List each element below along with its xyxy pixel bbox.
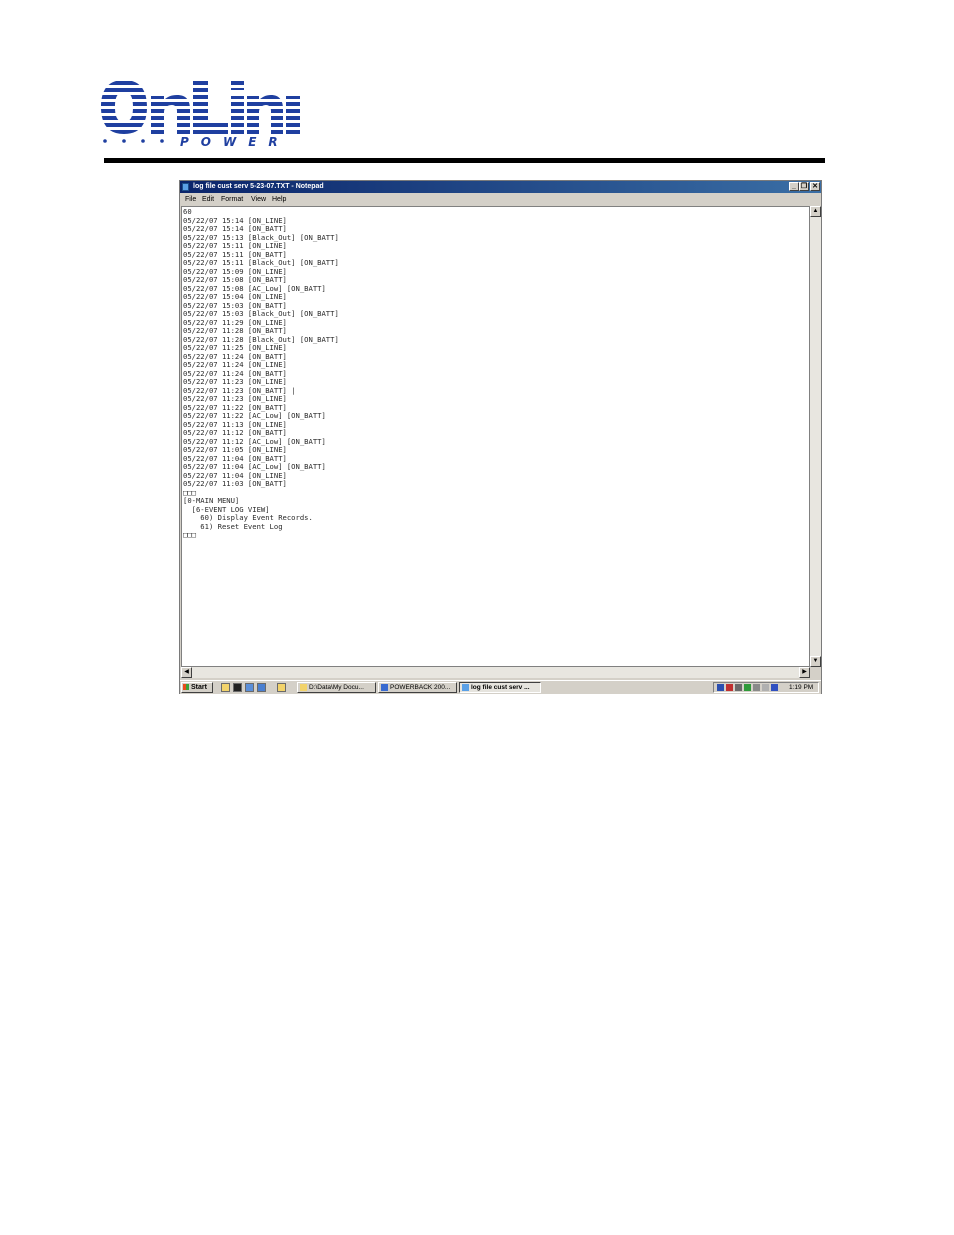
browser-icon[interactable] bbox=[245, 683, 254, 692]
menu-format[interactable]: Format bbox=[221, 194, 243, 205]
taskbar-button-powerback[interactable]: POWERBACK 200... bbox=[378, 682, 457, 693]
windows-logo-icon bbox=[183, 684, 189, 690]
clock[interactable]: 1:19 PM bbox=[789, 683, 813, 692]
scrollbar-corner bbox=[810, 667, 821, 678]
taskbar: Start D:\Data\My Docu... POWERBACK 200..… bbox=[180, 680, 821, 694]
command-prompt-icon[interactable] bbox=[233, 683, 242, 692]
antivirus-icon[interactable] bbox=[726, 684, 733, 691]
logo-power-text: POWER bbox=[180, 135, 290, 149]
vertical-scrollbar[interactable]: ▲ ▼ bbox=[810, 206, 821, 667]
volume-icon[interactable] bbox=[735, 684, 742, 691]
folder-icon bbox=[300, 684, 307, 691]
menu-edit[interactable]: Edit bbox=[202, 194, 214, 205]
taskbar-button-notepad[interactable]: log file cust serv ... bbox=[459, 682, 541, 693]
menu-view[interactable]: View bbox=[251, 194, 266, 205]
scroll-up-icon[interactable]: ▲ bbox=[810, 206, 821, 217]
network-icon[interactable] bbox=[717, 684, 724, 691]
minimize-button[interactable]: _ bbox=[789, 182, 799, 191]
update-icon[interactable] bbox=[744, 684, 751, 691]
menu-file[interactable]: File bbox=[185, 194, 196, 205]
folder-icon[interactable] bbox=[221, 683, 230, 692]
scroll-right-icon[interactable]: ▶ bbox=[799, 667, 810, 678]
notepad-icon bbox=[182, 183, 189, 191]
window-title: log file cust serv 5-23-07.TXT - Notepad bbox=[193, 183, 324, 190]
taskbar-button-folder[interactable]: D:\Data\My Docu... bbox=[297, 682, 376, 693]
task-label: POWERBACK 200... bbox=[390, 684, 451, 691]
close-button[interactable]: ✕ bbox=[810, 182, 820, 191]
start-label: Start bbox=[191, 684, 207, 691]
task-label: D:\Data\My Docu... bbox=[309, 684, 364, 691]
restore-button[interactable]: ❐ bbox=[799, 182, 809, 191]
text-editor[interactable]: 60 05/22/07 15:14 [ON_LINE] 05/22/07 15:… bbox=[181, 206, 810, 667]
header-rule bbox=[104, 158, 825, 163]
online-power-logo: POWER bbox=[101, 81, 300, 149]
usb-icon[interactable] bbox=[753, 684, 760, 691]
desktop-icon[interactable] bbox=[277, 683, 286, 692]
scroll-down-icon[interactable]: ▼ bbox=[810, 656, 821, 667]
shield-icon[interactable] bbox=[771, 684, 778, 691]
internet-explorer-icon[interactable] bbox=[257, 683, 266, 692]
menu-bar: File Edit Format View Help bbox=[180, 194, 821, 205]
sync-icon[interactable] bbox=[762, 684, 769, 691]
powerback-icon bbox=[381, 684, 388, 691]
notepad-icon bbox=[462, 684, 469, 691]
menu-help[interactable]: Help bbox=[272, 194, 286, 205]
task-label: log file cust serv ... bbox=[471, 684, 530, 691]
notepad-window: log file cust serv 5-23-07.TXT - Notepad… bbox=[179, 180, 822, 694]
event-log-text: 60 05/22/07 15:14 [ON_LINE] 05/22/07 15:… bbox=[183, 207, 339, 539]
title-bar[interactable]: log file cust serv 5-23-07.TXT - Notepad… bbox=[180, 181, 821, 193]
horizontal-scrollbar[interactable]: ◀ ▶ bbox=[181, 667, 810, 678]
scroll-left-icon[interactable]: ◀ bbox=[181, 667, 192, 678]
system-tray: 1:19 PM bbox=[713, 682, 819, 693]
start-button[interactable]: Start bbox=[181, 682, 213, 693]
